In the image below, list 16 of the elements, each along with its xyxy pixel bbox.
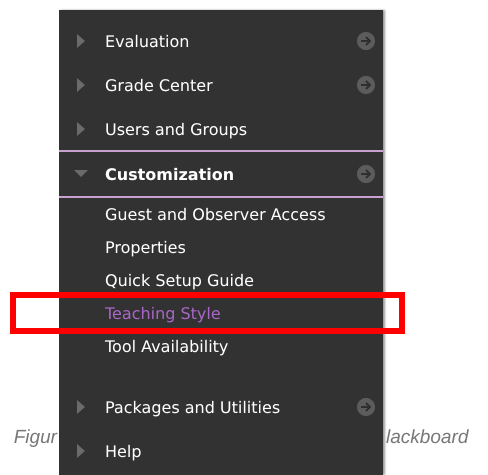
arrow-circle-icon[interactable] <box>357 32 375 50</box>
menu-section[interactable]: Help <box>59 429 383 473</box>
arrow-circle-icon[interactable] <box>357 398 375 416</box>
caption-text: lackboard <box>386 427 468 449</box>
menu-link[interactable]: Quick Setup Guide <box>105 264 254 297</box>
menu-section[interactable]: Users and Groups <box>59 107 383 151</box>
menu-section[interactable]: Evaluation <box>59 19 383 63</box>
menu-link[interactable]: Tool Availability <box>105 330 228 363</box>
menu-section[interactable]: Customization <box>59 150 383 198</box>
menu-link[interactable]: Guest and Observer Access <box>105 198 326 231</box>
arrow-circle-icon[interactable] <box>357 165 375 183</box>
arrow-circle-icon[interactable] <box>357 76 375 94</box>
caption-text: Figur <box>14 427 57 449</box>
menu-link[interactable]: Properties <box>105 231 186 264</box>
menu-section[interactable]: Grade Center <box>59 63 383 107</box>
menu-section[interactable]: Packages and Utilities <box>59 385 383 429</box>
